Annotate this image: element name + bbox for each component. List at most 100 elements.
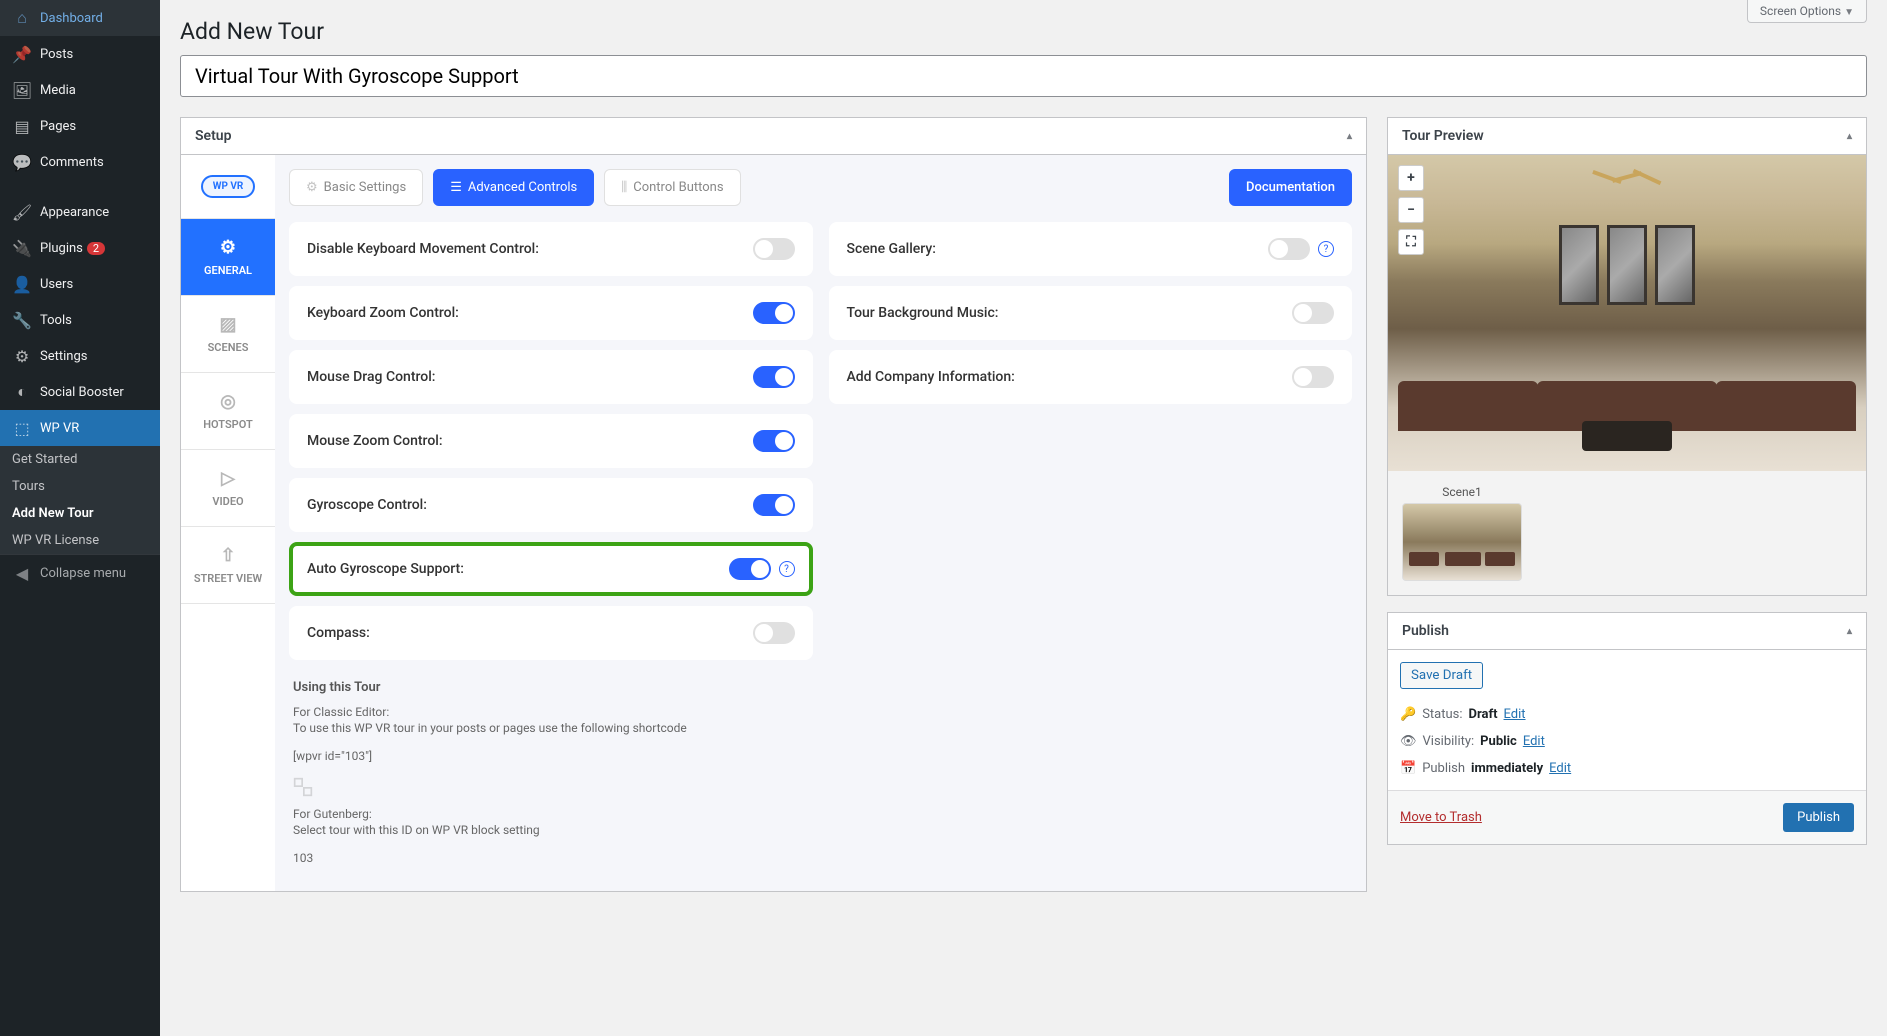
setup-tab-hotspot[interactable]: ◎HOTSPOT [181,373,275,450]
submenu-tours[interactable]: Tours [0,473,160,500]
setting-mouse-zoom-control: Mouse Zoom Control: [289,414,813,468]
edit-status-link[interactable]: Edit [1504,707,1526,722]
help-icon[interactable]: ? [1318,241,1334,257]
move-to-trash-link[interactable]: Move to Trash [1400,810,1482,825]
publish-panel: Publish ▴ Save Draft 🔑 Status: Draft Edi… [1387,612,1867,845]
menu-icon: ⌂ [12,8,32,28]
help-icon[interactable]: ? [779,561,795,577]
edit-schedule-link[interactable]: Edit [1549,761,1571,776]
calendar-icon: 📅 [1400,761,1416,776]
publish-button[interactable]: Publish [1783,803,1854,832]
key-icon: 🔑 [1400,707,1416,722]
menu-icon: 🖌 [12,202,32,222]
tab-icon: ◎ [185,391,271,412]
tour-preview-panel: Tour Preview ▴ + − ⛶ [1387,117,1867,596]
toggle-switch[interactable] [753,366,795,388]
setting-mouse-drag-control: Mouse Drag Control: [289,350,813,404]
sliders-icon: ☰ [450,180,462,195]
sidebar-item-wp-vr[interactable]: ⬚WP VR [0,410,160,446]
screen-options-toggle[interactable]: Screen Options ▼ [1747,0,1867,23]
sidebar-item-social-booster[interactable]: ◐Social Booster [0,374,160,410]
sidebar-item-comments[interactable]: 💬Comments [0,144,160,180]
submenu-wp-vr-license[interactable]: WP VR License [0,527,160,554]
menu-icon: ◐ [12,382,32,402]
sidebar-item-users[interactable]: 👤Users [0,266,160,302]
setup-tab-video[interactable]: ▷VIDEO [181,450,275,527]
tab-icon: ⚙ [185,237,271,258]
toggle-switch[interactable] [753,494,795,516]
toggle-switch[interactable] [753,622,795,644]
setup-tab-scenes[interactable]: ▨SCENES [181,296,275,373]
tab-icon: ▨ [185,314,271,335]
admin-sidebar: ⌂Dashboard📌Posts🖼Media▤Pages💬Comments 🖌Ap… [0,0,160,1036]
setup-tab-general[interactable]: ⚙GENERAL [181,219,275,296]
menu-icon: ⬚ [12,418,32,438]
gutenberg-icon [293,777,313,797]
collapse-icon: ◀ [12,563,32,583]
sidebar-item-posts[interactable]: 📌Posts [0,36,160,72]
tab-advanced-controls[interactable]: ☰Advanced Controls [433,169,594,206]
eye-icon: 👁 [1400,734,1417,749]
sidebar-item-tools[interactable]: 🔧Tools [0,302,160,338]
preview-panel-header[interactable]: Tour Preview ▴ [1388,118,1866,155]
toggle-switch[interactable] [753,430,795,452]
tab-control-buttons[interactable]: ⫼Control Buttons [604,169,740,206]
fullscreen-button[interactable]: ⛶ [1398,229,1424,255]
menu-icon: ⚙ [12,346,32,366]
setting-gyroscope-control: Gyroscope Control: [289,478,813,532]
menu-icon: 💬 [12,152,32,172]
wall-art-decor [1559,225,1695,305]
documentation-button[interactable]: Documentation [1229,169,1352,206]
menu-icon: ▤ [12,116,32,136]
tour-title-input[interactable] [180,55,1867,97]
visibility-row: 👁 Visibility: Public Edit [1400,728,1854,755]
edit-visibility-link[interactable]: Edit [1523,734,1545,749]
toggle-switch[interactable] [753,302,795,324]
publish-panel-header[interactable]: Publish ▴ [1388,613,1866,650]
wpvr-logo: WP VR [181,155,275,219]
status-row: 🔑 Status: Draft Edit [1400,701,1854,728]
scene-thumbnails: Scene1 [1388,471,1866,595]
menu-icon: 🖼 [12,80,32,100]
collapse-menu[interactable]: ◀ Collapse menu [0,554,160,591]
scene-thumb-1[interactable]: Scene1 [1402,485,1522,581]
submenu-add-new-tour[interactable]: Add New Tour [0,500,160,527]
menu-icon: 📌 [12,44,32,64]
zoom-in-button[interactable]: + [1398,165,1424,191]
sidebar-item-plugins[interactable]: 🔌Plugins2 [0,230,160,266]
setup-panel: Setup ▴ WP VR ⚙GENERAL▨SCENES◎HOTSPOT▷VI… [180,117,1367,892]
setting-auto-gyroscope-support: Auto Gyroscope Support:? [289,542,813,596]
schedule-row: 📅 Publish immediately Edit [1400,755,1854,782]
chandelier-decor [1592,163,1662,193]
zoom-out-button[interactable]: − [1398,197,1424,223]
toggle-switch[interactable] [1268,238,1310,260]
sidebar-item-pages[interactable]: ▤Pages [0,108,160,144]
tab-icon: ▷ [185,468,271,489]
tab-basic-settings[interactable]: ⚙Basic Settings [289,169,423,206]
menu-icon: 👤 [12,274,32,294]
sidebar-item-settings[interactable]: ⚙Settings [0,338,160,374]
panorama-preview[interactable]: + − ⛶ [1388,155,1866,471]
setting-disable-keyboard-movement-control: Disable Keyboard Movement Control: [289,222,813,276]
sidebar-item-dashboard[interactable]: ⌂Dashboard [0,0,160,36]
toggle-switch[interactable] [753,238,795,260]
chevron-up-icon: ▴ [1847,131,1852,142]
gear-icon: ⚙ [306,180,318,195]
toggle-switch[interactable] [1292,366,1334,388]
setup-panel-header[interactable]: Setup ▴ [181,118,1366,155]
chevron-up-icon: ▴ [1347,131,1352,142]
setup-vertical-tabs: WP VR ⚙GENERAL▨SCENES◎HOTSPOT▷VIDEO⇧STRE… [181,155,275,891]
tab-icon: ⇧ [185,545,271,566]
toggle-switch[interactable] [1292,302,1334,324]
menu-icon: 🔌 [12,238,32,258]
sliders-icon: ⫼ [621,180,627,195]
toggle-switch[interactable] [729,558,771,580]
save-draft-button[interactable]: Save Draft [1400,662,1483,689]
sidebar-item-media[interactable]: 🖼Media [0,72,160,108]
chevron-down-icon: ▼ [1844,7,1854,18]
sidebar-item-appearance[interactable]: 🖌Appearance [0,194,160,230]
page-title: Add New Tour [180,0,1867,55]
setting-keyboard-zoom-control: Keyboard Zoom Control: [289,286,813,340]
setup-tab-street-view[interactable]: ⇧STREET VIEW [181,527,275,604]
submenu-get-started[interactable]: Get Started [0,446,160,473]
